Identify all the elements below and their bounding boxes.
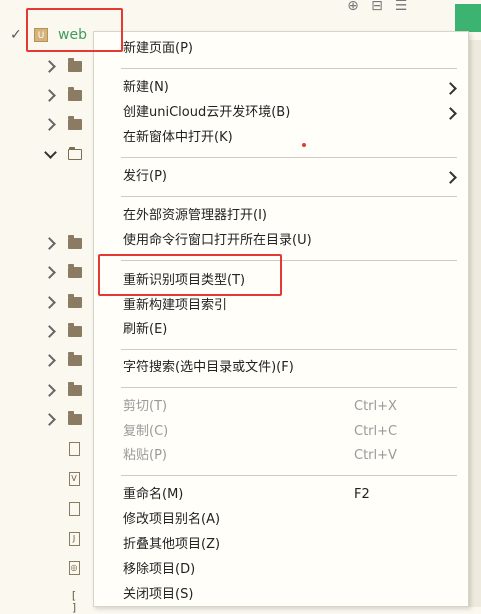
checkmark-icon: ✓	[10, 27, 22, 43]
tree-folder[interactable]	[44, 321, 84, 341]
editor-tab-indicator[interactable]	[455, 4, 481, 32]
highlight-project-box	[26, 8, 123, 52]
tree-file[interactable]: V	[66, 470, 82, 488]
menu-separator	[121, 387, 457, 388]
chevron-right-icon[interactable]	[44, 296, 56, 308]
tree-folder[interactable]	[44, 56, 84, 76]
menu-item-open-in-explorer[interactable]: 在外部资源管理器打开(I)	[123, 207, 267, 225]
chevron-right-icon[interactable]	[44, 354, 56, 366]
tree-folder[interactable]	[44, 350, 84, 370]
submenu-arrow-icon	[446, 84, 455, 93]
menu-item-new[interactable]: 新建(N)	[123, 79, 169, 97]
folder-icon	[68, 351, 82, 366]
shortcut-paste: Ctrl+V	[354, 448, 397, 463]
chevron-right-icon[interactable]	[44, 118, 56, 130]
highlight-menu-item-box	[98, 254, 282, 296]
menu-item-edit-alias[interactable]: 修改项目别名(A)	[123, 511, 220, 529]
chevron-right-icon[interactable]	[44, 325, 56, 337]
folder-icon	[68, 263, 82, 278]
menu-item-create-unicloud[interactable]: 创建uniCloud云开发环境(B)	[123, 104, 290, 122]
editor-gutter	[468, 40, 481, 607]
tree-folder[interactable]	[44, 409, 84, 429]
menu-separator	[121, 68, 457, 69]
folder-open-icon	[68, 146, 82, 160]
menu-item-char-search[interactable]: 字符搜索(选中目录或文件)(F)	[123, 359, 294, 377]
folder-icon	[68, 86, 82, 101]
menu-item-open-new-window[interactable]: 在新窗体中打开(K)	[123, 129, 233, 147]
tree-folder[interactable]	[44, 233, 84, 253]
menu-item-remove-project[interactable]: 移除项目(D)	[123, 561, 195, 579]
menu-item-refresh[interactable]: 刷新(E)	[123, 321, 167, 339]
shortcut-rename: F2	[354, 487, 370, 502]
chevron-right-icon[interactable]	[44, 413, 56, 425]
locate-icon[interactable]: ⊕	[346, 0, 360, 14]
chevron-right-icon[interactable]	[44, 237, 56, 249]
folder-icon	[68, 234, 82, 249]
collapse-all-icon[interactable]: ⊟	[370, 0, 384, 14]
tree-folder[interactable]	[44, 114, 84, 134]
tree-folder[interactable]	[44, 262, 84, 282]
menu-item-rebuild-index[interactable]: 重新构建项目索引	[123, 297, 227, 315]
folder-icon	[68, 322, 82, 337]
menu-separator	[121, 475, 457, 476]
menu-icon[interactable]: ☰	[394, 0, 408, 14]
shortcut-copy: Ctrl+C	[354, 424, 398, 439]
menu-item-rename[interactable]: 重命名(M)	[123, 486, 183, 504]
chevron-down-icon[interactable]	[44, 148, 56, 160]
file-icon	[68, 442, 80, 456]
folder-icon	[68, 115, 82, 130]
file-icon	[68, 502, 80, 516]
menu-item-close-project[interactable]: 关闭项目(S)	[123, 586, 193, 604]
red-dot-marker	[302, 143, 306, 147]
tree-folder-expanded[interactable]	[44, 144, 84, 164]
tree-file[interactable]	[66, 500, 82, 518]
menu-separator	[121, 157, 457, 158]
config-file-icon: ◎	[68, 561, 80, 575]
menu-item-paste[interactable]: 粘贴(P)	[123, 447, 167, 465]
folder-icon	[68, 293, 82, 308]
chevron-right-icon[interactable]	[44, 89, 56, 101]
menu-item-collapse-others[interactable]: 折叠其他项目(Z)	[123, 536, 220, 554]
chevron-right-icon[interactable]	[44, 60, 56, 72]
menu-item-new-page[interactable]: 新建页面(P)	[123, 40, 193, 58]
chevron-right-icon[interactable]	[44, 384, 56, 396]
tree-file[interactable]: [ ]	[66, 588, 82, 614]
shortcut-cut: Ctrl+X	[354, 399, 397, 414]
menu-separator	[121, 349, 457, 350]
tree-file[interactable]	[66, 440, 82, 458]
vue-file-icon: V	[68, 472, 80, 486]
submenu-arrow-icon	[446, 173, 455, 182]
context-menu: 新建页面(P) 新建(N) 创建uniCloud云开发环境(B) 在新窗体中打开…	[93, 31, 469, 607]
menu-separator	[121, 196, 457, 197]
tree-folder[interactable]	[44, 380, 84, 400]
tree-folder[interactable]	[44, 85, 84, 105]
folder-icon	[68, 57, 82, 72]
menu-item-copy[interactable]: 复制(C)	[123, 423, 168, 441]
js-file-icon: J	[68, 532, 80, 546]
menu-item-open-terminal[interactable]: 使用命令行窗口打开所在目录(U)	[123, 232, 312, 250]
json-file-icon: [ ]	[71, 589, 77, 614]
folder-icon	[68, 381, 82, 396]
tree-folder[interactable]	[44, 292, 84, 312]
menu-item-publish[interactable]: 发行(P)	[123, 168, 167, 186]
tree-file[interactable]: J	[66, 530, 82, 548]
menu-item-cut[interactable]: 剪切(T)	[123, 398, 167, 416]
chevron-right-icon[interactable]	[44, 266, 56, 278]
tree-file[interactable]: ◎	[66, 559, 82, 577]
explorer-toolbar: ⊕ ⊟ ☰	[346, 0, 408, 14]
folder-icon	[68, 410, 82, 425]
submenu-arrow-icon	[446, 109, 455, 118]
